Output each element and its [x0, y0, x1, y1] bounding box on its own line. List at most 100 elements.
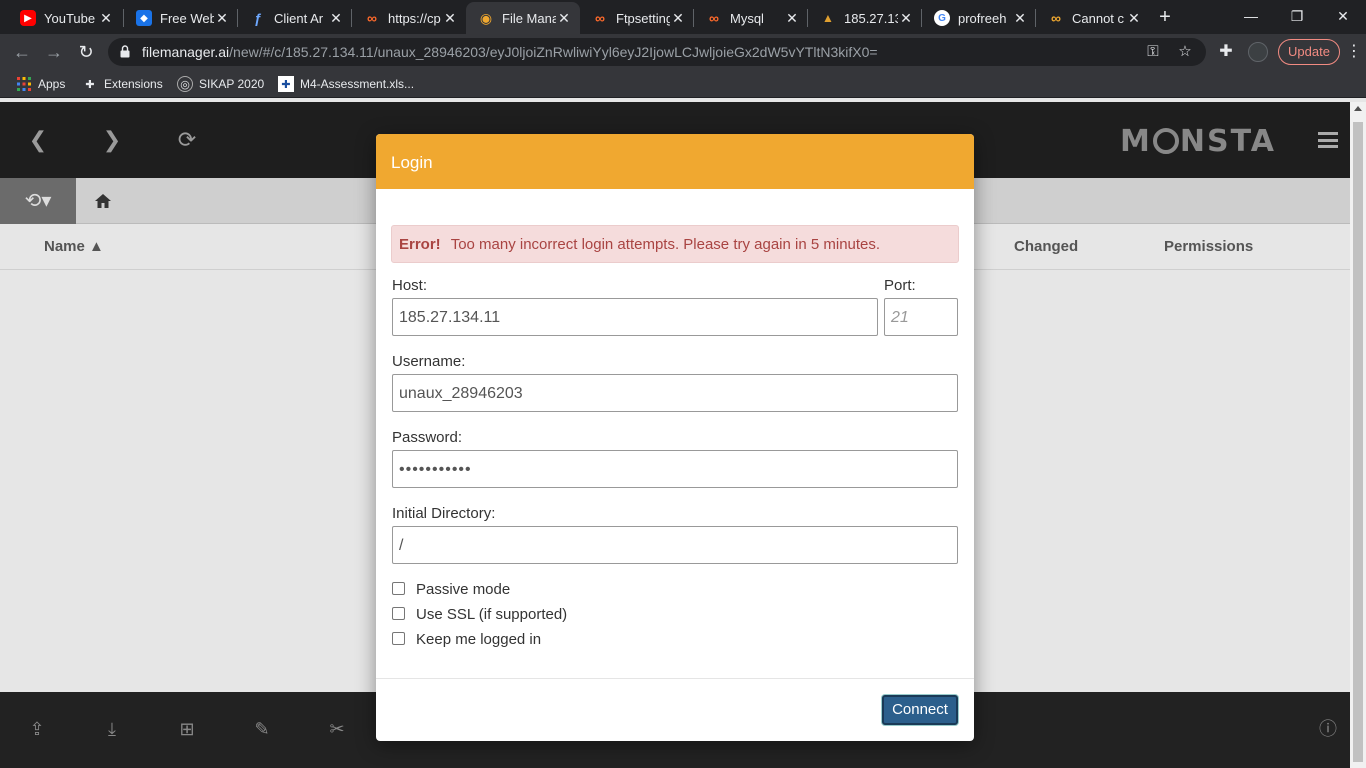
username-label: Username: — [392, 353, 466, 370]
passive-mode-label[interactable]: Passive mode — [416, 581, 510, 598]
site-icon: ▲ — [822, 11, 834, 25]
globe-icon: ◎ — [177, 76, 193, 92]
restore-button[interactable]: ❐ — [1274, 0, 1320, 32]
close-icon[interactable]: ✕ — [328, 10, 344, 27]
link-icon: ∞ — [595, 10, 605, 26]
monsta-icon: ◉ — [479, 9, 493, 26]
port-label: Port: — [884, 277, 916, 294]
tab-label: profreeh — [958, 10, 1007, 26]
bookmark-label: SIKAP 2020 — [199, 77, 265, 91]
site-icon: ◆ — [136, 10, 152, 26]
bookmark-label: Extensions — [104, 77, 163, 91]
passive-mode-checkbox[interactable] — [392, 582, 405, 595]
window-close-button[interactable]: ✕ — [1320, 0, 1366, 32]
chevron-right-icon[interactable]: ❯ — [100, 128, 124, 152]
google-icon: G — [934, 10, 950, 26]
tab-label: 185.27.13 — [844, 10, 898, 26]
keep-logged-in-label[interactable]: Keep me logged in — [416, 631, 541, 648]
tab-ftpsettings[interactable]: ∞ Ftpsetting ✕ — [580, 2, 694, 34]
close-icon[interactable]: ✕ — [442, 10, 458, 27]
new-tab-button[interactable]: + — [1154, 6, 1176, 28]
tab-client-area[interactable]: ƒ Client Ar ✕ — [238, 2, 352, 34]
initial-directory-label: Initial Directory: — [392, 505, 496, 522]
link-icon: ∞ — [367, 10, 377, 26]
cut-icon[interactable]: ✂ — [326, 718, 348, 740]
history-icon[interactable]: ⟲▾ — [0, 178, 76, 224]
tab-label: Mysql — [730, 10, 764, 26]
bookmark-sikap[interactable]: ◎ SIKAP 2020 — [177, 75, 264, 93]
username-input[interactable]: unaux_28946203 — [392, 374, 958, 412]
scroll-up-icon[interactable] — [1354, 106, 1362, 111]
info-icon[interactable]: ⓘ — [1317, 718, 1339, 740]
connect-button[interactable]: Connect — [882, 695, 958, 725]
bookmark-m4[interactable]: ✚ M4-Assessment.xls... — [278, 75, 414, 93]
close-icon[interactable]: ✕ — [670, 10, 686, 27]
keep-logged-in-checkbox[interactable] — [392, 632, 405, 645]
close-icon[interactable]: ✕ — [1126, 10, 1142, 27]
chevron-left-icon[interactable]: ❮ — [26, 128, 50, 152]
scroll-thumb[interactable] — [1353, 122, 1363, 762]
tab-free-web[interactable]: ◆ Free Web ✕ — [124, 2, 238, 34]
initial-directory-input[interactable]: / — [392, 526, 958, 564]
close-icon[interactable]: ✕ — [784, 10, 800, 27]
bookmark-label: M4-Assessment.xls... — [300, 77, 415, 91]
port-input[interactable]: 21 — [884, 298, 958, 336]
extensions-icon[interactable]: ✚ — [1216, 42, 1236, 62]
link-icon: ∞ — [709, 10, 719, 26]
flag-icon: ✚ — [278, 76, 294, 92]
close-icon[interactable]: ✕ — [214, 10, 230, 27]
column-name[interactable]: Name ▲ — [44, 238, 104, 255]
column-changed[interactable]: Changed — [1014, 238, 1078, 255]
tab-file-manager[interactable]: ◉ File Mana ✕ — [466, 2, 580, 34]
tab-label: Cannot c — [1072, 10, 1125, 26]
host-label: Host: — [392, 277, 428, 294]
tab-label: File Mana — [502, 10, 556, 26]
close-icon[interactable]: ✕ — [98, 10, 114, 27]
address-bar[interactable]: filemanager.ai/new/#/c/185.27.134.11/una… — [108, 38, 1206, 66]
home-icon[interactable] — [94, 192, 112, 210]
forward-icon[interactable]: → — [42, 40, 66, 64]
tab-https-cp[interactable]: ∞ https://cp ✕ — [352, 2, 466, 34]
upload-icon[interactable]: ⇪ — [26, 718, 48, 740]
puzzle-icon: ✚ — [85, 78, 95, 91]
update-button[interactable]: Update — [1278, 39, 1340, 65]
new-item-icon[interactable]: ⊞ — [176, 718, 198, 740]
tab-label: Client Ar — [274, 10, 324, 26]
tab-label: https://cp — [388, 10, 441, 26]
star-icon[interactable]: ☆ — [1176, 43, 1194, 61]
minimize-button[interactable]: — — [1228, 0, 1274, 32]
avatar[interactable] — [1248, 42, 1268, 62]
back-icon[interactable]: ← — [10, 40, 34, 64]
close-icon[interactable]: ✕ — [556, 10, 572, 27]
tab-strip: ▶ YouTube ✕ ◆ Free Web ✕ ƒ Client Ar ✕ ∞… — [0, 0, 1366, 34]
column-permissions[interactable]: Permissions — [1164, 238, 1253, 255]
edit-icon[interactable]: ✎ — [251, 718, 273, 740]
host-input[interactable]: 185.27.134.11 — [392, 298, 878, 336]
password-label: Password: — [392, 429, 463, 446]
close-icon[interactable]: ✕ — [1012, 10, 1028, 27]
password-input[interactable]: ••••••••••• — [392, 450, 958, 488]
tab-youtube[interactable]: ▶ YouTube ✕ — [8, 2, 122, 34]
hamburger-icon[interactable] — [1318, 132, 1338, 148]
close-icon[interactable]: ✕ — [898, 10, 914, 27]
download-icon[interactable]: ⤓ — [101, 718, 123, 740]
youtube-icon: ▶ — [20, 10, 36, 26]
link-icon: ∞ — [1051, 10, 1061, 26]
bookmark-label: Apps — [38, 77, 66, 91]
error-alert: Error! Too many incorrect login attempts.… — [391, 225, 959, 263]
tab-mysql[interactable]: ∞ Mysql ✕ — [694, 2, 808, 34]
browser-toolbar: ← → ↻ filemanager.ai/new/#/c/185.27.134.… — [0, 34, 1366, 70]
refresh-icon[interactable]: ⟳ — [175, 128, 199, 152]
reload-icon[interactable]: ↻ — [74, 40, 98, 64]
page-scrollbar[interactable] — [1350, 102, 1366, 768]
use-ssl-checkbox[interactable] — [392, 607, 405, 620]
bookmark-extensions[interactable]: ✚ Extensions — [82, 75, 163, 93]
tab-cannot[interactable]: ∞ Cannot c ✕ — [1036, 2, 1150, 34]
more-icon[interactable]: ⋮ — [1346, 42, 1362, 62]
tab-ip[interactable]: ▲ 185.27.13 ✕ — [808, 2, 922, 34]
tab-profreeh[interactable]: G profreeh ✕ — [922, 2, 1036, 34]
use-ssl-label[interactable]: Use SSL (if supported) — [416, 606, 567, 623]
lock-icon — [120, 45, 130, 58]
bookmark-apps[interactable]: Apps — [16, 75, 65, 93]
key-icon[interactable]: ⚿ — [1144, 43, 1162, 61]
